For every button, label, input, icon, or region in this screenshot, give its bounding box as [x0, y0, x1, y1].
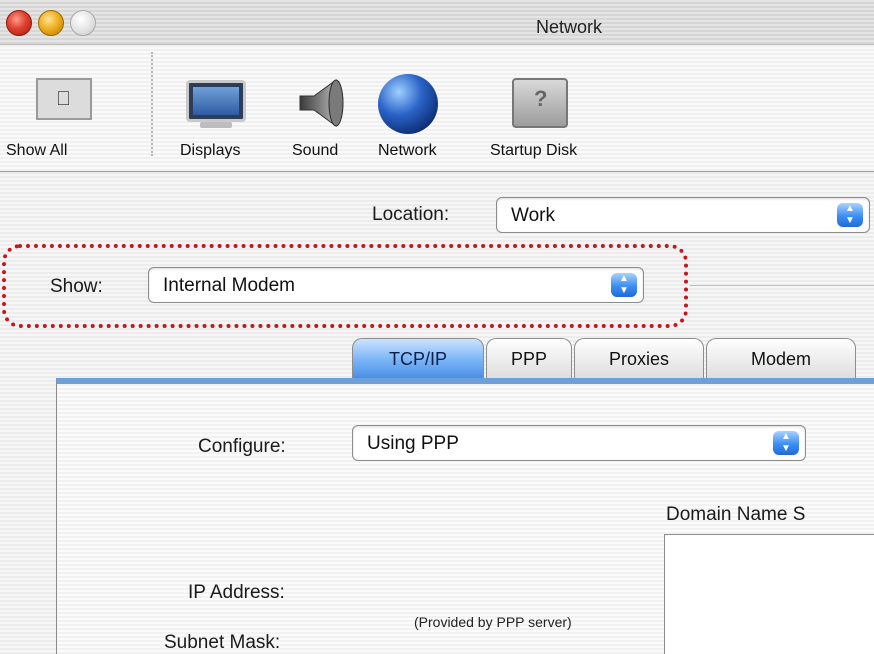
- dns-label: Domain Name S: [666, 504, 806, 525]
- location-value: Work: [511, 205, 555, 226]
- tab-ppp[interactable]: PPP: [486, 338, 572, 378]
- configure-label: Configure:: [198, 436, 286, 457]
- configure-popup[interactable]: Using PPP ▲ ▼: [352, 425, 806, 461]
- toolbar-show-all-label[interactable]: Show All: [6, 142, 67, 160]
- popup-arrows-icon: ▲ ▼: [837, 203, 863, 227]
- tab-tcpip[interactable]: TCP/IP: [352, 338, 484, 378]
- location-label: Location:: [372, 204, 450, 225]
- window-title: Network: [536, 17, 603, 37]
- ip-address-note: (Provided by PPP server): [414, 614, 572, 630]
- hard-disk-icon[interactable]: ?: [512, 78, 568, 128]
- ip-address-label: IP Address:: [188, 582, 285, 603]
- toolbar-separator: [151, 52, 153, 156]
- toolbar-sound-label[interactable]: Sound: [292, 142, 338, 160]
- title-bar[interactable]: Network: [0, 0, 874, 45]
- zoom-button[interactable]: [70, 10, 96, 36]
- toolbar-network-label[interactable]: Network: [378, 142, 437, 160]
- displays-icon[interactable]: [186, 80, 246, 122]
- location-popup[interactable]: Work ▲ ▼: [496, 197, 870, 233]
- subnet-mask-label: Subnet Mask:: [164, 632, 281, 653]
- popup-arrows-icon: ▲ ▼: [773, 431, 799, 455]
- displays-stand: [200, 122, 232, 128]
- configure-value: Using PPP: [367, 433, 459, 454]
- globe-icon[interactable]: [378, 74, 438, 134]
- dns-servers-field[interactable]: [664, 534, 874, 654]
- minimize-button[interactable]: [38, 10, 64, 36]
- speaker-icon[interactable]: [296, 76, 348, 130]
- show-all-icon[interactable]: : [36, 78, 92, 120]
- close-button[interactable]: [6, 10, 32, 36]
- tab-proxies[interactable]: Proxies: [574, 338, 704, 378]
- toolbar-displays-label[interactable]: Displays: [180, 142, 240, 160]
- highlight-outline: [2, 244, 688, 328]
- system-preferences-window: Network  Show All Displays Sound Networ…: [0, 0, 874, 654]
- tab-modem[interactable]: Modem: [706, 338, 856, 378]
- divider-line: [690, 285, 874, 286]
- toolbar-startup-disk-label[interactable]: Startup Disk: [490, 142, 577, 160]
